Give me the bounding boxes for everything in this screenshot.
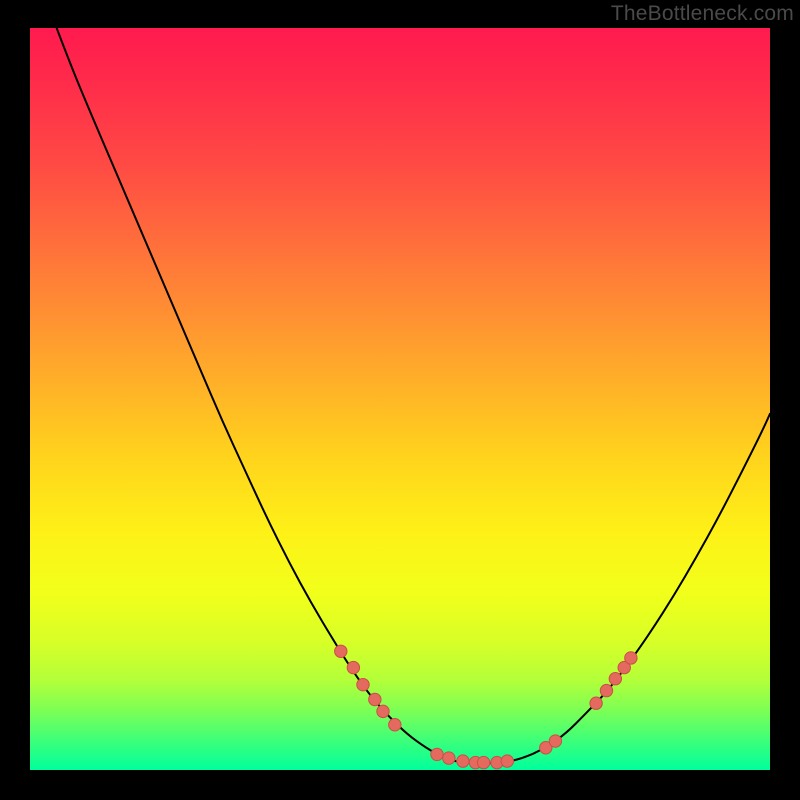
data-marker [609,673,621,685]
data-marker [431,748,443,760]
data-marker [389,719,401,731]
data-marker [625,652,637,664]
chart-frame: TheBottleneck.com [0,0,800,800]
data-marker [457,755,469,767]
data-marker [357,678,369,690]
data-marker [347,661,359,673]
plot-area [30,28,770,770]
data-marker [477,756,489,768]
data-marker [501,755,513,767]
chart-svg [30,28,770,770]
data-marker [369,693,381,705]
data-marker [590,697,602,709]
data-marker [549,735,561,747]
data-marker [600,684,612,696]
bottleneck-curve [57,28,770,763]
data-marker [377,705,389,717]
data-marker [443,752,455,764]
watermark-text: TheBottleneck.com [611,2,794,26]
data-marker [335,645,347,657]
